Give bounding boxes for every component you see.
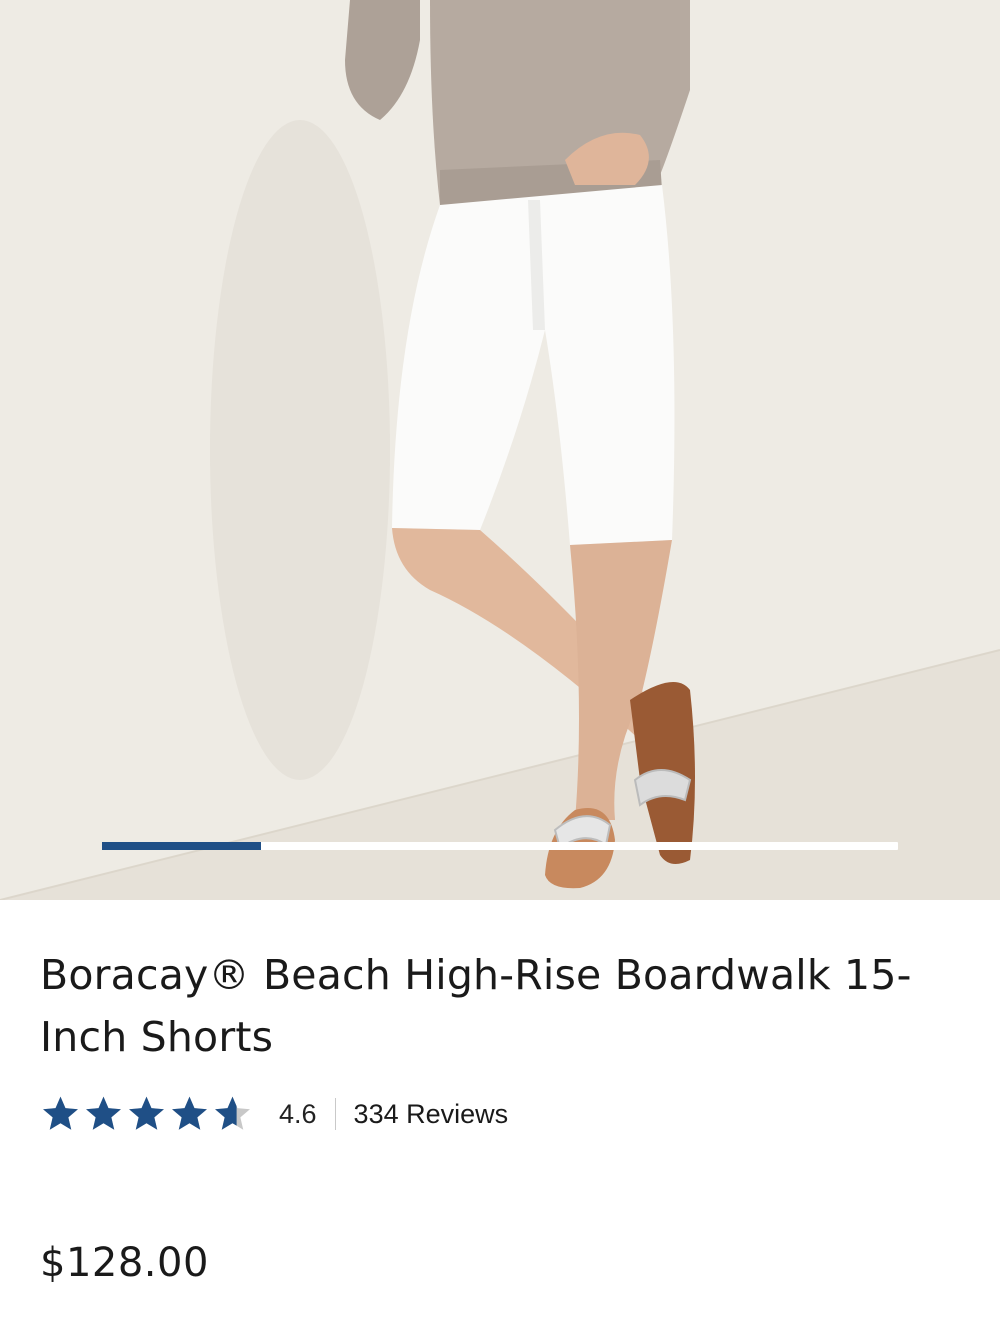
rating-value: 4.6 [279,1098,317,1129]
rating-summary[interactable]: 4.6 334 Reviews [40,1092,960,1136]
rating-divider [334,1098,336,1130]
reviews-link[interactable]: 334 Reviews [354,1099,509,1130]
star-icon [86,1096,121,1130]
product-info: Boracay® Beach High-Rise Boardwalk 15-In… [0,944,1000,1286]
product-image-gallery[interactable] [0,0,1000,900]
gallery-progress-track[interactable] [102,842,898,850]
star-icon [43,1096,78,1130]
product-photo[interactable] [0,0,1000,900]
star-rating[interactable] [40,1094,253,1135]
gallery-progress-fill [102,842,262,850]
product-title: Boracay® Beach High-Rise Boardwalk 15-In… [40,951,912,1061]
product-price: $128.00 [40,1240,209,1286]
star-icon [215,1096,250,1130]
star-icon [172,1096,207,1130]
star-icon [129,1096,164,1130]
